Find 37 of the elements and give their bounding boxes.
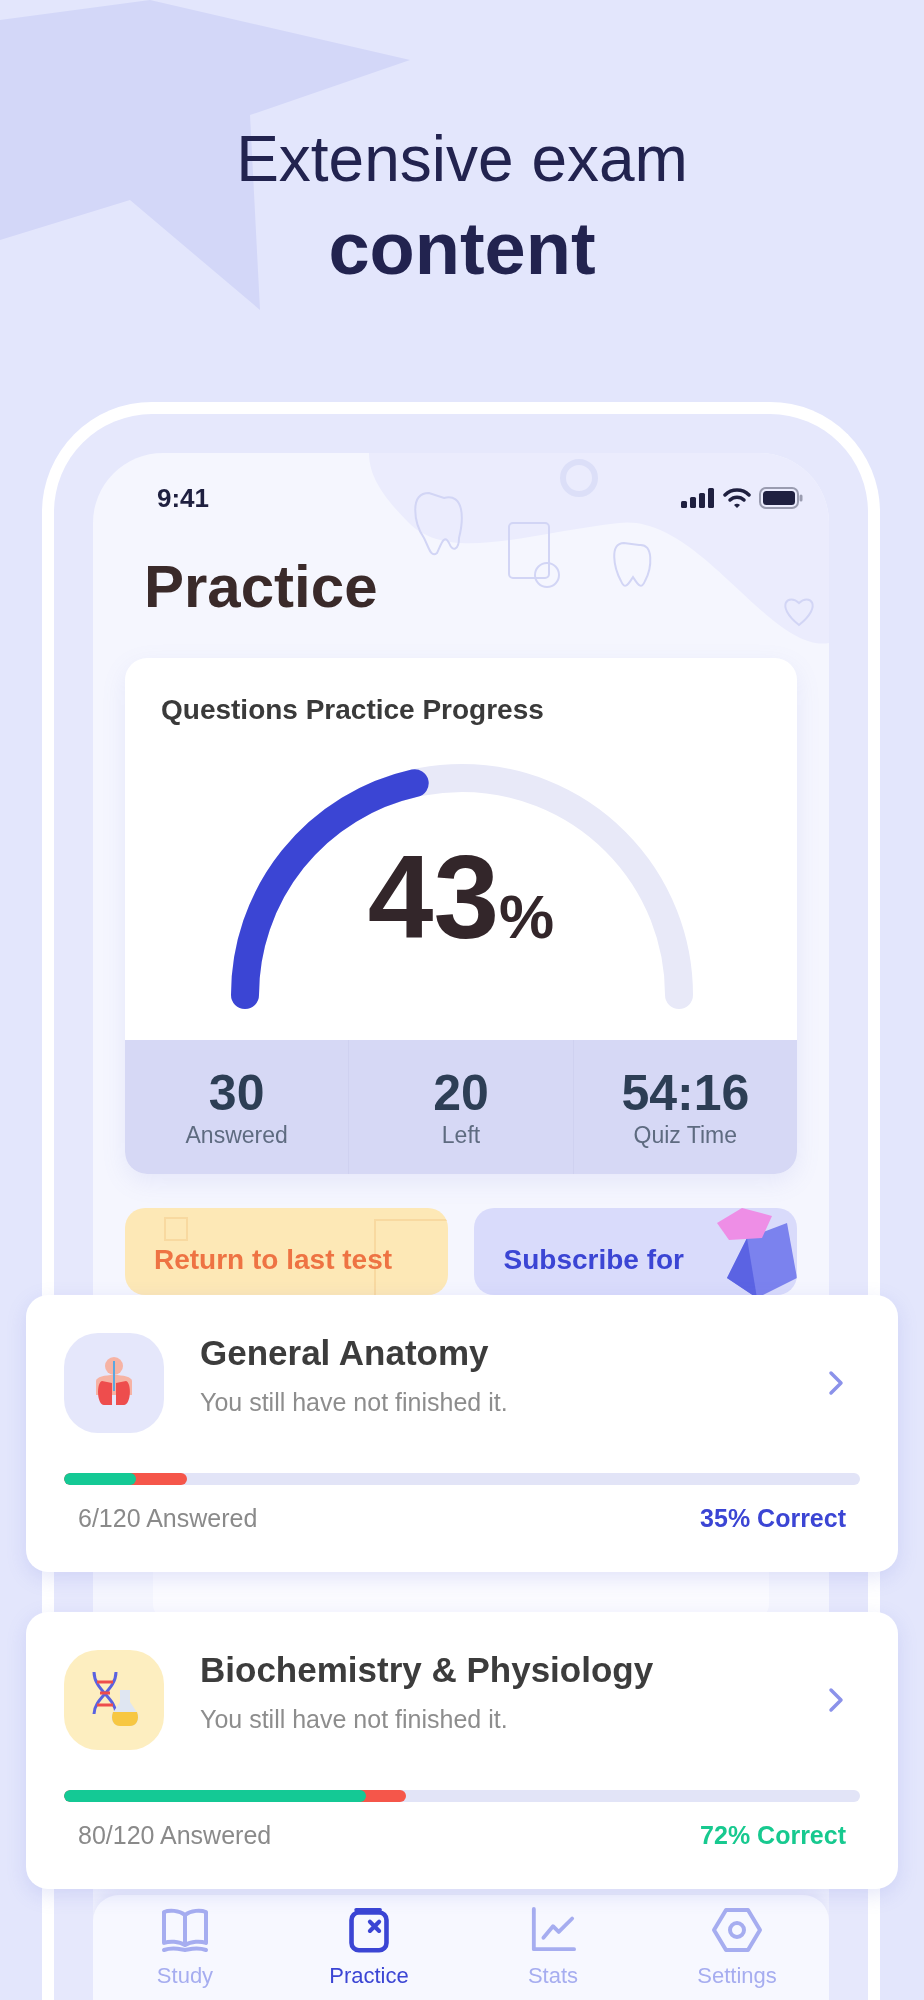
headline: Extensive exam	[235, 122, 689, 197]
chart-icon	[529, 1907, 577, 1953]
stat-value: 30	[208, 1065, 265, 1121]
category-title: General Anatomy	[200, 1333, 490, 1373]
wifi-icon	[723, 488, 751, 508]
category-card[interactable]: General Anatomy You still have not finished it. 6/120 Answered 35% Correct	[26, 1295, 898, 1572]
stat-label: Quiz Time	[633, 1121, 738, 1149]
screen-title: Practice	[144, 553, 379, 621]
book-icon	[161, 1907, 209, 1953]
action-tile[interactable]: Subscribe for	[473, 1208, 797, 1295]
category-subtitle: You still have not finished it.	[200, 1387, 509, 1417]
battery-icon	[759, 487, 803, 509]
chevron-icon	[828, 1370, 844, 1396]
percent-value: 43%	[367, 832, 555, 965]
signal-icon	[681, 488, 715, 508]
flashcard-icon	[347, 1907, 391, 1953]
category-title: Biochemistry & Physiology	[200, 1650, 655, 1690]
card-title: Questions Practice Progress	[160, 693, 545, 726]
settings-icon	[711, 1907, 763, 1953]
category-subtitle: You still have not finished it.	[200, 1704, 509, 1734]
correct-score: 35% Correct	[700, 1503, 846, 1533]
tile-label: Return to last test	[154, 1244, 393, 1275]
tile-label: Subscribe for	[503, 1244, 684, 1275]
tab[interactable]: Practice	[277, 1895, 461, 2000]
category-card[interactable]: Biochemistry & Physiology You still have not finished it. 80/120 Answered 72% Correct	[26, 1612, 898, 1889]
stat-label: Answered	[185, 1121, 288, 1149]
stat-value: 20	[433, 1065, 489, 1121]
headline: content	[327, 209, 597, 289]
stat-label: Left	[441, 1121, 481, 1149]
stat-value: 54:16	[621, 1065, 750, 1121]
status-time: 9:41	[157, 482, 210, 514]
answered-count: 6/120 Answered	[78, 1503, 258, 1533]
answered-count: 80/120 Answered	[78, 1820, 272, 1850]
correct-score: 72% Correct	[700, 1820, 846, 1850]
dna-flask-icon	[64, 1650, 164, 1750]
lungs-icon	[64, 1333, 164, 1433]
chevron-icon	[828, 1687, 844, 1713]
